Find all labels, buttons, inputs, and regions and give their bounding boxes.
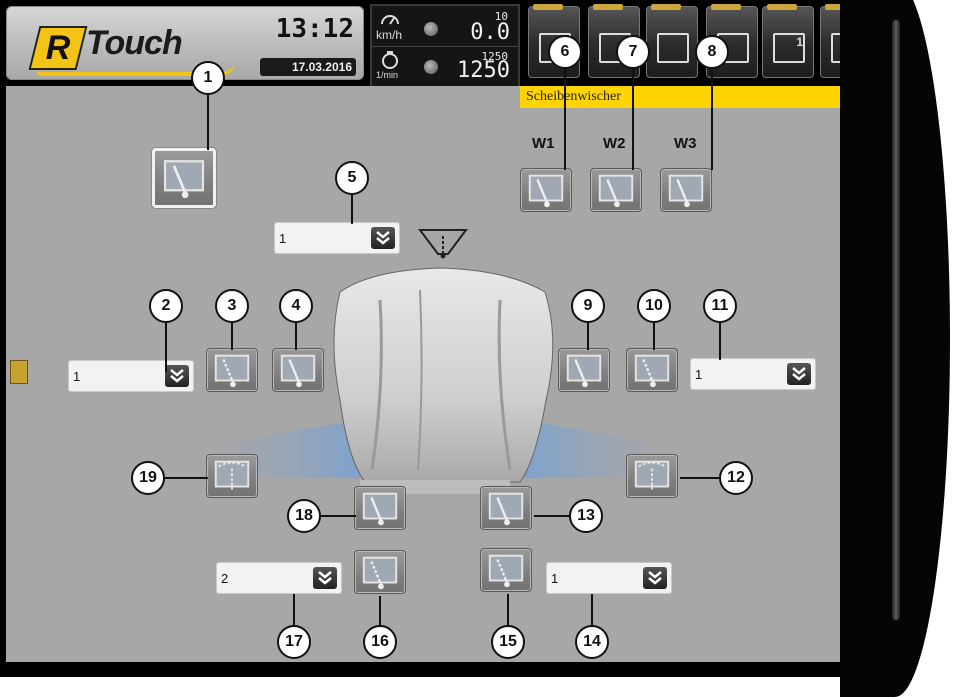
callout-15: 15 — [491, 625, 525, 659]
callout-8: 8 — [695, 35, 729, 69]
callout-17: 17 — [277, 625, 311, 659]
rear-right-interval-select[interactable]: 1 — [546, 562, 672, 594]
wiper-label-w1: W1 — [532, 135, 555, 152]
top-center-interval-select[interactable]: 1 — [274, 222, 400, 254]
callout-18: 18 — [287, 499, 321, 533]
callout-12: 12 — [719, 461, 753, 495]
rear-left-wiper-button[interactable] — [354, 486, 406, 530]
right-wiper-interval-button[interactable] — [626, 348, 678, 392]
rear-right-interval-button[interactable] — [480, 548, 532, 592]
callout-10: 10 — [637, 289, 671, 323]
callout-6: 6 — [548, 35, 582, 69]
chevron-down-icon[interactable] — [787, 363, 811, 385]
wiper-w2-button[interactable] — [590, 168, 642, 212]
right-washer-button[interactable] — [626, 454, 678, 498]
cab-roof — [333, 267, 554, 483]
callout-11: 11 — [703, 289, 737, 323]
rear-right-wiper-button[interactable] — [480, 486, 532, 530]
right-wiper-continuous-button[interactable] — [558, 348, 610, 392]
left-wiper-continuous-button[interactable] — [272, 348, 324, 392]
chevron-down-icon[interactable] — [313, 567, 337, 589]
callout-2: 2 — [149, 289, 183, 323]
callout-7: 7 — [616, 35, 650, 69]
select-value: 1 — [695, 367, 703, 382]
rear-left-interval-select[interactable]: 2 — [216, 562, 342, 594]
side-menu-handle[interactable] — [10, 360, 28, 384]
wiper-w1-button[interactable] — [520, 168, 572, 212]
left-interval-select[interactable]: 1 — [68, 360, 194, 392]
callout-14: 14 — [575, 625, 609, 659]
select-value: 2 — [221, 571, 229, 586]
tractor-top-view — [180, 229, 700, 494]
wiper-w3-button[interactable] — [660, 168, 712, 212]
callout-19: 19 — [131, 461, 165, 495]
right-interval-select[interactable]: 1 — [690, 358, 816, 390]
chevron-down-icon[interactable] — [643, 567, 667, 589]
callout-16: 16 — [363, 625, 397, 659]
terminal-bezel — [840, 0, 968, 697]
wiper-master-button[interactable] — [152, 148, 216, 208]
rear-left-interval-button[interactable] — [354, 550, 406, 594]
wiper-label-w2: W2 — [603, 135, 626, 152]
callout-4: 4 — [279, 289, 313, 323]
select-value: 1 — [551, 571, 559, 586]
callout-5: 5 — [335, 161, 369, 195]
left-wiper-interval-button[interactable] — [206, 348, 258, 392]
wiper-label-w3: W3 — [674, 135, 697, 152]
bottom-bar — [0, 662, 880, 677]
select-value: 1 — [73, 369, 81, 384]
chevron-down-icon[interactable] — [371, 227, 395, 249]
callout-13: 13 — [569, 499, 603, 533]
bezel-edge — [892, 20, 900, 620]
callout-9: 9 — [571, 289, 605, 323]
callout-1: 1 — [191, 61, 225, 95]
callout-3: 3 — [215, 289, 249, 323]
left-washer-button[interactable] — [206, 454, 258, 498]
chevron-down-icon[interactable] — [165, 365, 189, 387]
select-value: 1 — [279, 231, 287, 246]
terminal-screen: R Touch 13:12 17.03.2016 km/h 10 0.0 1/m… — [0, 0, 880, 677]
